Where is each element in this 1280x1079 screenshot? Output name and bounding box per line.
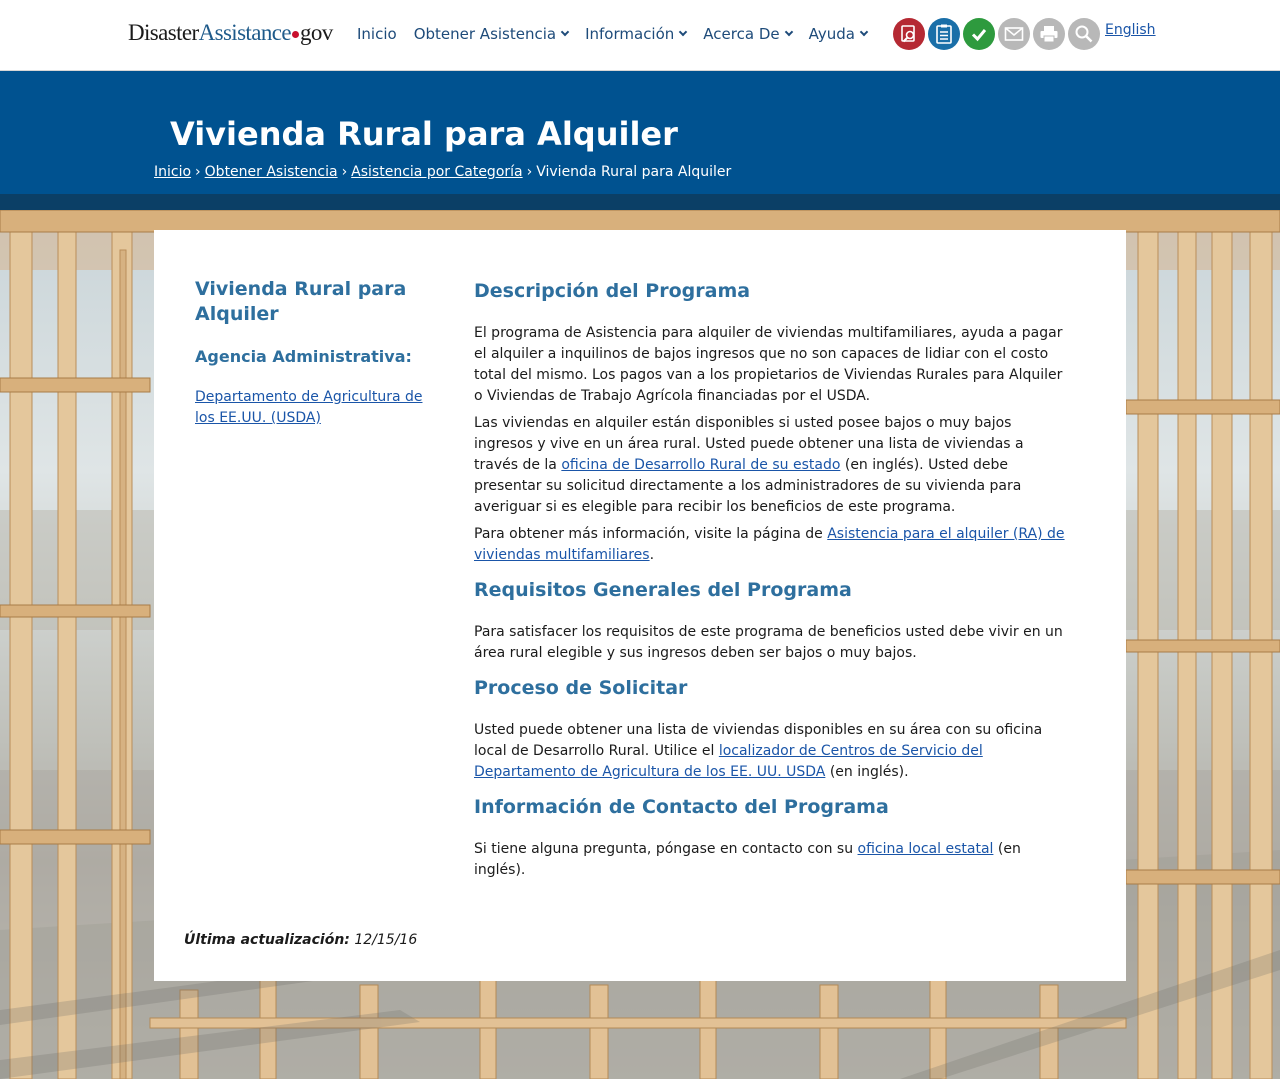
state-rural-development-office-link[interactable]: oficina de Desarrollo Rural de su estado [561,457,840,473]
program-content: Descripción del Programa El programa de … [474,278,1066,881]
nav-inicio-label: Inicio [357,25,397,43]
descripcion-paragraph-2: Las viviendas en alquiler están disponib… [474,413,1066,518]
logo-text-assistance: Assistance [198,20,292,45]
nav-obtener-asistencia-label: Obtener Asistencia [413,25,557,43]
checkmark-icon[interactable] [963,18,995,50]
section-title-requisitos: Requisitos Generales del Programa [474,579,852,601]
descripcion-paragraph-3: Para obtener más información, visite la … [474,524,1066,566]
nav-inicio[interactable]: Inicio [357,25,397,43]
chevron-down-icon [859,27,869,37]
last-updated: Última actualización: 12/15/16 [184,932,417,948]
proceso-paragraph-text-b: (en inglés). [825,764,909,780]
print-icon[interactable] [1033,18,1065,50]
top-navigation-bar: DisasterAssistance gov Inicio Obtener Asi… [0,0,1280,71]
chevron-down-icon [784,27,793,37]
section-title-contacto: Información de Contacto del Programa [474,796,889,818]
section-title-descripcion: Descripción del Programa [474,280,751,302]
page-header-banner: Vivienda Rural para Alquiler Inicio › Obte… [0,71,1280,194]
content-card: Vivienda Rural para Alquiler Agencia Adm… [154,230,1126,981]
breadcrumb: Inicio › Obtener Asistencia › Asistencia por… [154,164,731,180]
nav-informacion[interactable]: Información [585,25,688,43]
agency-link[interactable]: Departamento de Agricultura de los EE.UU… [195,387,445,429]
descripcion-paragraph-1: El programa de Asistencia para alquiler … [474,325,1063,404]
nav-acerca-de[interactable]: Acerca De [703,25,793,43]
english-language-link[interactable]: English [1105,22,1156,38]
logo-text-gov: gov [299,20,333,45]
proceso-paragraph: Usted puede obtener una lista de viviend… [474,720,1066,783]
contacto-paragraph-text-a: Si tiene alguna pregunta, póngase en con… [474,841,858,857]
nav-acerca-de-label: Acerca De [703,25,780,43]
nav-informacion-label: Información [585,25,675,43]
nav-ayuda-label: Ayuda [808,25,855,43]
breadcrumb-separator: › [195,164,201,180]
breadcrumb-inicio[interactable]: Inicio [154,164,191,180]
agency-label: Agencia Administrativa: [195,347,412,366]
contacto-paragraph: Si tiene alguna pregunta, póngase en con… [474,839,1066,881]
local-state-office-link[interactable]: oficina local estatal [858,841,994,857]
banner-bottom-strip [0,194,1280,210]
requisitos-paragraph: Para satisfacer los requisitos de este p… [474,624,1063,661]
chevron-down-icon [560,27,570,37]
breadcrumb-obtener-asistencia[interactable]: Obtener Asistencia [205,164,338,180]
breadcrumb-separator: › [526,164,533,180]
nav-obtener-asistencia[interactable]: Obtener Asistencia [413,25,570,43]
descripcion-paragraph-3-text-a: Para obtener más información, visite la … [474,526,828,542]
breadcrumb-current: Vivienda Rural para Alquiler [536,164,732,180]
magnifier-icon[interactable] [1068,18,1100,50]
checklist-icon[interactable] [928,18,960,50]
last-updated-date: 12/15/16 [354,932,418,948]
nav-ayuda[interactable]: Ayuda [808,25,869,43]
descripcion-paragraph-3-text-b: . [649,547,655,563]
sidebar-title: Vivienda Rural para Alquiler [195,278,407,325]
main-nav: Inicio Obtener Asistencia Información Ac… [357,25,884,43]
chevron-down-icon [679,27,688,37]
section-title-proceso: Proceso de Solicitar [474,677,688,699]
page-title: Vivienda Rural para Alquiler [170,115,678,153]
breadcrumb-asistencia-por-categoria[interactable]: Asistencia por Categoría [351,164,522,180]
logo-dot [291,31,299,38]
tool-icons [893,18,1100,50]
last-updated-label: Última actualización: [184,932,350,948]
site-logo[interactable]: DisasterAssistance gov [128,20,333,46]
logo-text-disaster: Disaster [128,20,199,45]
breadcrumb-separator: › [341,164,348,180]
search-document-icon[interactable] [893,18,925,50]
email-icon[interactable] [998,18,1030,50]
